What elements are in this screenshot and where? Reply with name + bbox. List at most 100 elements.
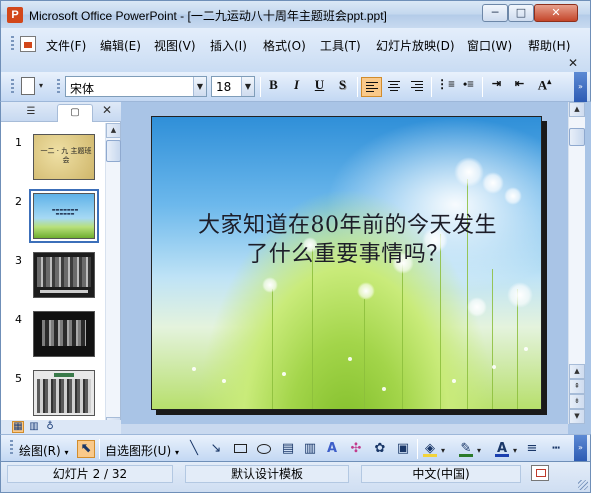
diagram-icon[interactable]: ✣ <box>347 440 365 458</box>
menu-edit[interactable]: 编辑(E) <box>100 37 141 54</box>
fill-color-icon[interactable]: ◈ <box>421 440 439 458</box>
align-right-button[interactable] <box>407 77 428 97</box>
menu-format[interactable]: 格式(O) <box>263 37 306 54</box>
font-name-combo[interactable]: 宋体 ▼ <box>65 76 207 97</box>
tab-slides[interactable]: ▢ <box>57 104 93 122</box>
slide-sorter-view-icon[interactable]: ▥ <box>28 421 40 433</box>
line-style-icon[interactable]: ≡ <box>523 440 541 458</box>
slide-number: 4 <box>15 313 22 326</box>
toolbar-options-chevron-icon[interactable]: » <box>574 72 587 102</box>
menu-file[interactable]: 文件(F) <box>46 37 86 54</box>
maximize-button[interactable]: □ <box>508 4 534 22</box>
new-document-dropdown-icon[interactable]: ▾ <box>39 81 43 90</box>
slide-thumbnail-2[interactable]: ▬▬▬▬▬▬▬ ▬▬▬▬▬ <box>29 189 99 243</box>
flower-stem <box>312 249 313 409</box>
decrease-indent-icon: ⇤ <box>514 78 525 90</box>
menu-slideshow[interactable]: 幻灯片放映(D) <box>376 37 455 54</box>
grow-font-button[interactable]: A▴ <box>534 77 555 97</box>
menu-view[interactable]: 视图(V) <box>154 37 196 54</box>
decrease-indent-button[interactable]: ⇤ <box>509 77 530 97</box>
numbering-button[interactable]: ⋮≡ <box>435 77 456 97</box>
slide-title-text[interactable]: 大家知道在80年前的今天发生 了什么重要事情吗？ <box>152 211 541 269</box>
menu-insert[interactable]: 插入(I) <box>210 37 247 54</box>
tab-outline[interactable]: ☰ <box>10 104 52 122</box>
toolbar-separator <box>99 439 100 459</box>
picture-icon[interactable]: ▣ <box>394 440 412 458</box>
slide-thumbnail-4[interactable] <box>33 311 95 357</box>
wordart-icon[interactable]: A <box>323 440 341 458</box>
font-color-icon[interactable]: A <box>493 440 511 458</box>
oval-icon[interactable] <box>255 440 273 458</box>
toolbar-grip[interactable] <box>11 79 14 95</box>
slides-pane-scrollbar[interactable]: ▲ ▼ <box>105 123 121 433</box>
dandelion-puff <box>262 277 278 293</box>
normal-view-icon[interactable]: ▦ <box>12 421 24 433</box>
flower-stem <box>364 299 365 409</box>
next-slide-icon[interactable]: ⇟ <box>569 394 585 409</box>
chevron-down-icon[interactable]: ▼ <box>241 77 254 96</box>
fill-color-dropdown-icon[interactable]: ▾ <box>441 446 445 455</box>
minimize-button[interactable]: ─ <box>482 4 508 22</box>
status-design-template: 默认设计模板 <box>185 465 349 483</box>
font-color-dropdown-icon[interactable]: ▾ <box>513 446 517 455</box>
previous-slide-icon[interactable]: ⇞ <box>569 379 585 394</box>
slideshow-view-icon[interactable]: ♁ <box>44 421 56 433</box>
italic-button[interactable]: I <box>286 77 307 97</box>
title-bar: P Microsoft Office PowerPoint - [一二九运动八十… <box>0 0 591 28</box>
status-bar: 幻灯片 2 / 32 默认设计模板 中文(中国) <box>0 462 591 493</box>
formatting-toolbar: ▾ 宋体 ▼ 18 ▼ B I U S ⋮≡ •≡ ⇥ ⇤ A▴ » <box>0 72 591 102</box>
menu-tools[interactable]: 工具(T) <box>320 37 361 54</box>
spelling-check-icon[interactable] <box>531 465 549 481</box>
scroll-up-icon[interactable]: ▲ <box>569 364 585 379</box>
slide-thumbnail-1[interactable]: 一二 · 九 主题班会 <box>33 134 95 180</box>
arrow-icon[interactable]: ↘ <box>207 440 225 458</box>
scroll-thumb[interactable] <box>569 128 585 146</box>
scroll-down-icon[interactable]: ▼ <box>569 409 585 424</box>
menu-grip[interactable] <box>11 36 14 52</box>
slide-thumbnail-5[interactable] <box>33 370 95 416</box>
bold-button[interactable]: B <box>263 77 284 97</box>
rectangle-icon[interactable] <box>231 440 249 458</box>
align-center-button[interactable] <box>384 77 405 97</box>
toolbar-grip[interactable] <box>10 440 13 456</box>
document-close-button[interactable]: ✕ <box>568 56 578 70</box>
increase-indent-button[interactable]: ⇥ <box>486 77 507 97</box>
shadow-button[interactable]: S <box>332 77 353 97</box>
toolbar-options-chevron-icon[interactable]: » <box>574 435 587 461</box>
close-button[interactable]: ✕ <box>534 4 578 22</box>
autoshapes-menu-button[interactable]: 自选图形(U) ▾ <box>105 442 179 459</box>
align-left-button[interactable] <box>361 77 382 97</box>
select-objects-icon[interactable]: ⬉ <box>77 440 95 458</box>
sparkle-dot <box>282 372 286 376</box>
bullets-button[interactable]: •≡ <box>458 77 479 97</box>
resize-grip-icon[interactable] <box>578 480 588 490</box>
menu-help[interactable]: 帮助(H) <box>528 37 570 54</box>
dash-style-icon[interactable]: ┅ <box>547 440 565 458</box>
scroll-thumb[interactable] <box>106 140 121 162</box>
document-icon[interactable] <box>20 36 36 52</box>
draw-menu-button[interactable]: 绘图(R) ▾ <box>19 442 69 459</box>
pane-close-button[interactable]: ✕ <box>102 103 112 117</box>
text-box-icon[interactable]: ▤ <box>279 440 297 458</box>
toolbar-grip-2[interactable] <box>57 79 60 95</box>
slide-thumbnail-3[interactable] <box>33 252 95 298</box>
current-slide[interactable]: 大家知道在80年前的今天发生 了什么重要事情吗？ <box>151 116 542 410</box>
scroll-up-icon[interactable]: ▲ <box>106 123 121 138</box>
new-document-icon[interactable] <box>21 77 35 95</box>
clip-art-icon[interactable]: ✿ <box>371 440 389 458</box>
menu-window[interactable]: 窗口(W) <box>467 37 512 54</box>
line-color-dropdown-icon[interactable]: ▾ <box>477 446 481 455</box>
flower-stem <box>492 269 493 409</box>
scroll-up-icon[interactable]: ▲ <box>569 102 585 117</box>
underline-button[interactable]: U <box>309 77 330 97</box>
horizontal-scroll-track[interactable] <box>121 424 568 434</box>
slide-vertical-scrollbar[interactable]: ▲ ▲ ⇞ ⇟ ▼ <box>568 102 585 424</box>
line-color-icon[interactable]: ✎ <box>457 440 475 458</box>
line-icon[interactable]: ╲ <box>185 440 203 458</box>
chevron-down-icon[interactable]: ▼ <box>193 77 206 96</box>
vertical-text-box-icon[interactable]: ▥ <box>301 440 319 458</box>
font-size-combo[interactable]: 18 ▼ <box>211 76 255 97</box>
powerpoint-icon: P <box>7 7 23 23</box>
sparkle-dot <box>524 347 528 351</box>
status-slide-count: 幻灯片 2 / 32 <box>7 465 173 483</box>
